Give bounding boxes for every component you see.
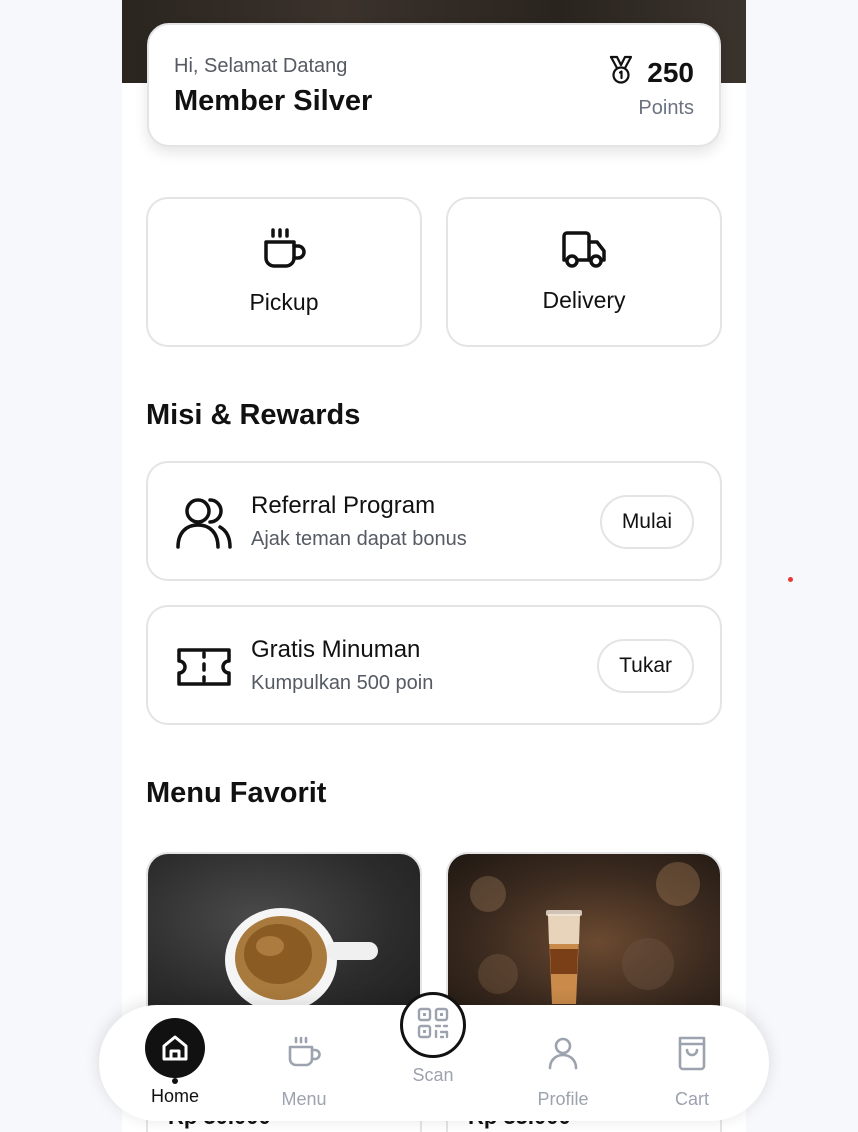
user-icon: [541, 1031, 585, 1075]
greeting-text: Hi, Selamat Datang: [174, 55, 348, 77]
mission-subtitle: Kumpulkan 500 poin: [251, 672, 434, 694]
points-display: 250: [607, 55, 694, 90]
nav-label: Cart: [674, 1089, 709, 1109]
qr-code-icon: [416, 1006, 450, 1045]
scan-label: Scan: [412, 1065, 454, 1085]
nav-item-cart[interactable]: Cart: [647, 1005, 737, 1121]
missions-section-title: Misi & Rewards: [146, 399, 361, 431]
nav-label: Profile: [537, 1089, 589, 1109]
shopping-bag-icon: [670, 1031, 714, 1075]
ticket-icon: [174, 639, 234, 695]
espresso-image: [148, 854, 420, 1014]
points-value: 250: [647, 56, 694, 88]
home-icon: [145, 1018, 205, 1078]
tukar-button[interactable]: Tukar: [597, 639, 694, 693]
mission-free-drink[interactable]: Gratis Minuman Kumpulkan 500 poin Tukar: [146, 605, 722, 725]
coffee-cup-icon: [261, 228, 307, 277]
app-screen: Hi, Selamat Datang Member Silver 250 Poi…: [122, 0, 746, 1132]
delivery-label: Delivery: [542, 287, 626, 313]
mission-title: Referral Program: [251, 492, 436, 519]
mission-title: Gratis Minuman: [251, 636, 421, 663]
active-indicator: [172, 1078, 178, 1084]
indicator-dot: [788, 577, 793, 582]
users-icon: [174, 495, 234, 551]
delivery-button[interactable]: Delivery: [446, 197, 722, 347]
nav-label: Home: [150, 1086, 199, 1106]
truck-icon: [560, 230, 608, 275]
mission-referral[interactable]: Referral Program Ajak teman dapat bonus …: [146, 461, 722, 581]
pickup-label: Pickup: [249, 289, 319, 315]
iced-coffee-image: [448, 854, 720, 1014]
pickup-button[interactable]: Pickup: [146, 197, 422, 347]
bottom-navigation: Home Menu Scan Profile Cart: [99, 992, 769, 1121]
nav-label: Menu: [281, 1089, 327, 1109]
member-tier: Member Silver: [174, 85, 373, 117]
medal-icon: [607, 55, 635, 90]
favorites-section-title: Menu Favorit: [146, 777, 327, 809]
scan-button[interactable]: [400, 992, 466, 1058]
nav-item-home[interactable]: Home: [130, 1005, 220, 1121]
member-card[interactable]: Hi, Selamat Datang Member Silver 250 Poi…: [147, 23, 721, 147]
mission-subtitle: Ajak teman dapat bonus: [251, 528, 467, 550]
coffee-cup-icon: [282, 1031, 326, 1075]
nav-item-menu[interactable]: Menu: [259, 1005, 349, 1121]
nav-item-profile[interactable]: Profile: [518, 1005, 608, 1121]
points-label: Points: [638, 97, 694, 119]
mulai-button[interactable]: Mulai: [599, 495, 694, 549]
